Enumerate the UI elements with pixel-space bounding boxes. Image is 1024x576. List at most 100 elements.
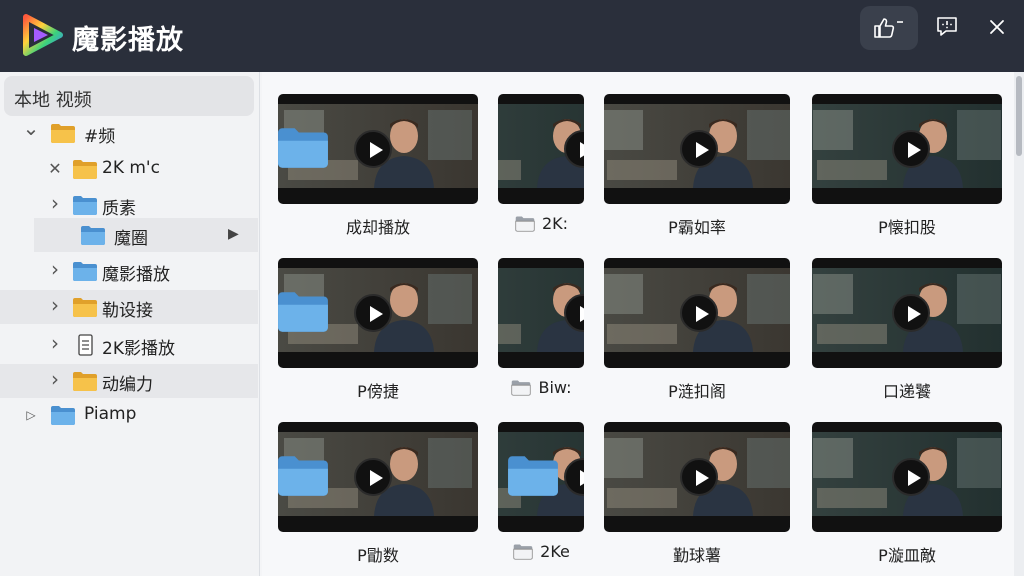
- video-thumbnail[interactable]: [812, 422, 1002, 532]
- tree-item-icon: [72, 296, 98, 318]
- close-button[interactable]: [976, 6, 1018, 48]
- tree-item-icon: [80, 224, 106, 246]
- folder-icon: [512, 543, 534, 560]
- video-title-text: 成却播放: [345, 218, 410, 237]
- video-thumbnail[interactable]: [498, 94, 584, 204]
- video-thumbnail[interactable]: [812, 258, 1002, 368]
- folder-icon: [73, 160, 97, 179]
- video-title-text: 2K:: [541, 214, 569, 233]
- chevron-right-icon[interactable]: ›: [46, 259, 64, 279]
- video-title: P勖数: [278, 542, 478, 566]
- video-thumbnail[interactable]: [498, 258, 584, 368]
- document-icon: [78, 334, 93, 356]
- expand-arrow-icon[interactable]: ▶: [228, 226, 239, 242]
- tree-item-icon: [72, 194, 98, 216]
- video-title: Biw:: [498, 378, 584, 397]
- chevron-right-icon[interactable]: ›: [46, 193, 64, 213]
- video-tile[interactable]: 成却播放: [278, 94, 478, 244]
- video-tile[interactable]: 口递饕: [812, 258, 1002, 408]
- play-icon[interactable]: [892, 458, 930, 496]
- tree-item-label: Piamp: [84, 404, 137, 424]
- play-icon[interactable]: [892, 130, 930, 168]
- tree-item[interactable]: › 2K影播放: [0, 328, 258, 362]
- video-title-text: Biw:: [538, 378, 572, 397]
- video-thumbnail[interactable]: [604, 422, 790, 532]
- folder-overlay-icon: [276, 288, 330, 334]
- video-title-text: P勖数: [357, 546, 399, 565]
- tree-item[interactable]: ✕ 2K m'c: [0, 152, 258, 186]
- scrollbar-thumb[interactable]: [1016, 76, 1022, 156]
- play-icon[interactable]: [680, 130, 718, 168]
- video-thumbnail[interactable]: [604, 94, 790, 204]
- video-title: P霸如率: [604, 214, 790, 238]
- video-tile[interactable]: P霸如率: [604, 94, 790, 244]
- tree-item-label: 魔圈: [114, 229, 148, 249]
- thumbs-up-icon: [874, 18, 903, 38]
- like-button[interactable]: [860, 6, 918, 50]
- video-thumbnail[interactable]: [812, 94, 1002, 204]
- video-title: 成却播放: [278, 214, 478, 238]
- folder-overlay-icon: [276, 452, 330, 498]
- video-title-text: P霸如率: [668, 218, 726, 237]
- vertical-scrollbar[interactable]: [1014, 72, 1024, 576]
- folder-icon: [278, 456, 328, 496]
- title-bar: 魔影播放: [0, 0, 1024, 72]
- video-title: 勤球薯: [604, 542, 790, 566]
- play-icon[interactable]: [354, 458, 392, 496]
- folder-icon: [73, 298, 97, 317]
- chevron-right-icon[interactable]: ›: [46, 369, 64, 389]
- sidebar-header[interactable]: 本地 视频: [4, 76, 254, 116]
- folder-outline-icon: [515, 216, 535, 232]
- tree-item-label: 魔影播放: [102, 265, 170, 285]
- video-thumbnail[interactable]: [604, 258, 790, 368]
- video-tile[interactable]: 2K:: [498, 94, 584, 244]
- play-icon[interactable]: [354, 130, 392, 168]
- play-icon[interactable]: [892, 294, 930, 332]
- video-tile[interactable]: P漩皿敵: [812, 422, 1002, 572]
- close-icon[interactable]: ✕: [46, 159, 64, 179]
- video-title-text: P懐扣股: [878, 218, 936, 237]
- feedback-button[interactable]: [926, 6, 968, 48]
- video-title: P傍捷: [278, 378, 478, 402]
- triangle-right-icon[interactable]: ▷: [22, 405, 40, 425]
- video-title-text: P涟扣阁: [668, 382, 726, 401]
- video-tile[interactable]: P傍捷: [278, 258, 478, 408]
- folder-icon: [278, 128, 328, 168]
- folder-icon: [510, 379, 532, 396]
- chevron-right-icon[interactable]: ›: [46, 295, 64, 315]
- tree-item[interactable]: › 质素: [0, 188, 258, 222]
- video-tile[interactable]: Biw:: [498, 258, 584, 408]
- video-title-text: P漩皿敵: [878, 546, 936, 565]
- video-tile[interactable]: P涟扣阁: [604, 258, 790, 408]
- video-tile[interactable]: 勤球薯: [604, 422, 790, 572]
- tree-item-label: 2K影播放: [102, 339, 175, 359]
- chevron-right-icon[interactable]: ›: [46, 333, 64, 353]
- app-logo-icon: [23, 14, 63, 56]
- video-title: 2Ke: [498, 542, 584, 561]
- video-title: 口递饕: [812, 378, 1002, 402]
- tree-item[interactable]: › 动编力: [0, 364, 258, 398]
- tree-item[interactable]: ▷ Piamp: [0, 398, 258, 432]
- tree-item-icon: [72, 260, 98, 282]
- chevron-down-icon[interactable]: ⌄: [22, 118, 40, 138]
- tree-item[interactable]: ⌄ #频: [0, 116, 258, 150]
- folder-overlay-icon: [506, 452, 560, 498]
- tree-item-icon: [72, 370, 98, 392]
- folder-icon: [51, 124, 75, 143]
- video-title-text: 口递饕: [882, 382, 931, 401]
- video-tile[interactable]: 2Ke: [498, 422, 584, 572]
- folder-outline-icon: [511, 380, 532, 396]
- play-icon[interactable]: [680, 294, 718, 332]
- tree-item[interactable]: › 魔影播放: [0, 254, 258, 288]
- video-title: P漩皿敵: [812, 542, 1002, 566]
- tree-item[interactable]: › 勒设接: [0, 290, 258, 324]
- tree-item-icon: [72, 158, 98, 180]
- tree-item[interactable]: 魔圈 ▶: [34, 218, 258, 252]
- play-icon[interactable]: [680, 458, 718, 496]
- folder-icon: [278, 292, 328, 332]
- video-tile[interactable]: P勖数: [278, 422, 478, 572]
- play-icon[interactable]: [354, 294, 392, 332]
- tree-item-icon: [72, 334, 98, 356]
- video-tile[interactable]: P懐扣股: [812, 94, 1002, 244]
- app-window: 魔影播放 本地 视频 ⌄ #频 ✕ 2K m'c › 质素魔圈 ▶ › 魔影播放…: [0, 0, 1024, 576]
